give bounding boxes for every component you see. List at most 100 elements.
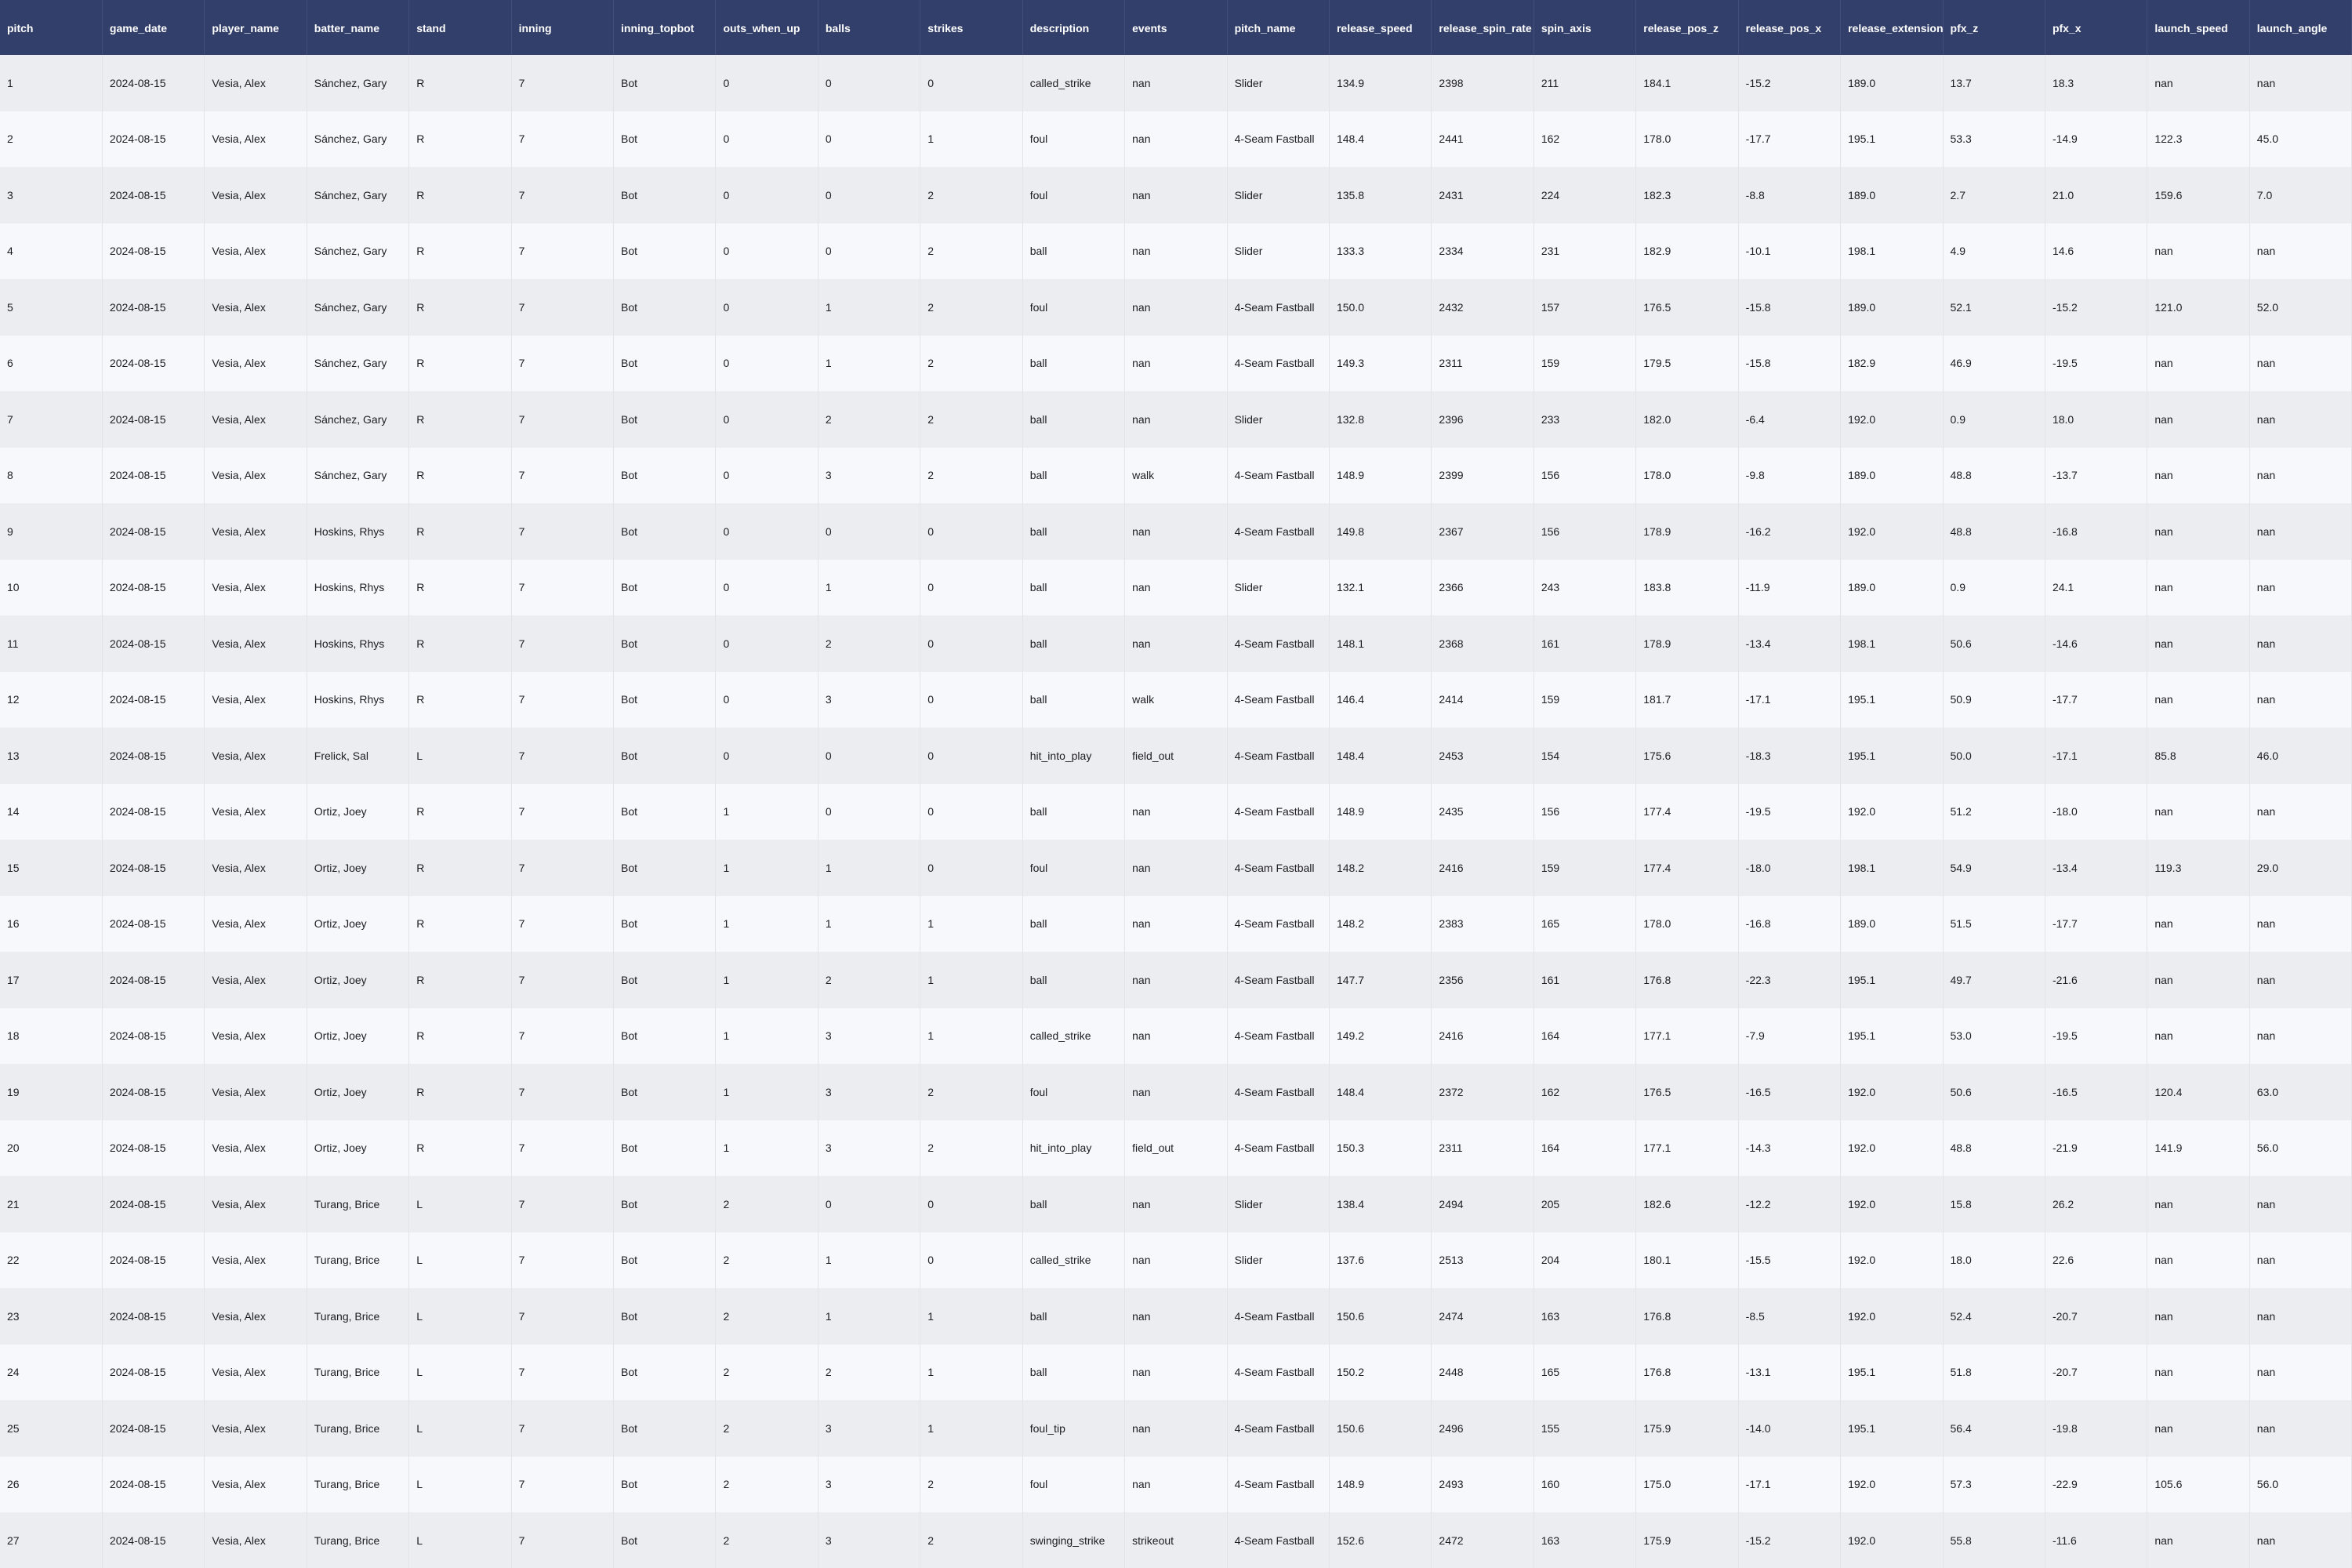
table-row[interactable]: 11 2024-08-15 Vesia, Alex Hoskins, Rhys R 7 Bo…: [0, 615, 2352, 672]
column-header-balls[interactable]: balls: [818, 0, 921, 55]
cell-pfx-x: -19.5: [2045, 1007, 2148, 1064]
cell-pfx-z: 46.9: [1943, 335, 2045, 391]
cell-release-speed: 148.4: [1329, 111, 1432, 167]
column-header-game-date[interactable]: game_date: [102, 0, 205, 55]
cell-player-name: Vesia, Alex: [204, 559, 307, 615]
table-row[interactable]: 19 2024-08-15 Vesia, Alex Ortiz, Joey R 7 Bot 1…: [0, 1064, 2352, 1120]
table-row[interactable]: 3 2024-08-15 Vesia, Alex Sánchez, Gary R 7 Bot…: [0, 167, 2352, 223]
table-row[interactable]: 10 2024-08-15 Vesia, Alex Hoskins, Rhys R 7 Bo…: [0, 559, 2352, 615]
cell-launch-speed: 159.6: [2147, 167, 2250, 223]
cell-balls: 0: [818, 111, 921, 167]
column-header-release-pos-z[interactable]: release_pos_z: [1635, 0, 1739, 55]
table-row[interactable]: 5 2024-08-15 Vesia, Alex Sánchez, Gary R 7 Bot…: [0, 279, 2352, 336]
cell-outs-when-up: 0: [715, 55, 818, 111]
column-header-inning-topbot[interactable]: inning_topbot: [613, 0, 717, 55]
table-row[interactable]: 6 2024-08-15 Vesia, Alex Sánchez, Gary R 7 Bot…: [0, 335, 2352, 391]
cell-batter-name: Frelick, Sal: [307, 728, 410, 784]
cell-strikes: 0: [920, 728, 1023, 784]
table-row[interactable]: 9 2024-08-15 Vesia, Alex Hoskins, Rhys R 7 Bot…: [0, 503, 2352, 560]
column-header-events[interactable]: events: [1124, 0, 1228, 55]
table-row[interactable]: 25 2024-08-15 Vesia, Alex Turang, Brice L 7 Bo…: [0, 1400, 2352, 1457]
cell-outs-when-up: 0: [715, 391, 818, 448]
column-header-stand[interactable]: stand: [408, 0, 512, 55]
table-row[interactable]: 12 2024-08-15 Vesia, Alex Hoskins, Rhys R 7 Bo…: [0, 671, 2352, 728]
cell-balls: 0: [818, 783, 921, 840]
column-header-release-spin-rate[interactable]: release_spin_rate: [1431, 0, 1534, 55]
column-header-release-pos-x[interactable]: release_pos_x: [1738, 0, 1842, 55]
cell-events: nan: [1124, 783, 1228, 840]
table-row[interactable]: 26 2024-08-15 Vesia, Alex Turang, Brice L 7 Bo…: [0, 1456, 2352, 1512]
table-row[interactable]: 15 2024-08-15 Vesia, Alex Ortiz, Joey R 7 Bot 1…: [0, 840, 2352, 896]
table-row[interactable]: 17 2024-08-15 Vesia, Alex Ortiz, Joey R 7 Bot 1…: [0, 952, 2352, 1008]
cell-launch-speed: nan: [2147, 1288, 2250, 1345]
table-row[interactable]: 27 2024-08-15 Vesia, Alex Turang, Brice L 7 Bo…: [0, 1512, 2352, 1568]
cell-batter-name: Hoskins, Rhys: [307, 671, 410, 728]
table-row[interactable]: 14 2024-08-15 Vesia, Alex Ortiz, Joey R 7 Bot 1…: [0, 783, 2352, 840]
table-row[interactable]: 23 2024-08-15 Vesia, Alex Turang, Brice L 7 Bo…: [0, 1288, 2352, 1345]
cell-release-speed: 148.9: [1329, 783, 1432, 840]
column-header-release-speed[interactable]: release_speed: [1329, 0, 1432, 55]
cell-release-spin-rate: 2368: [1431, 615, 1534, 672]
table-row[interactable]: 8 2024-08-15 Vesia, Alex Sánchez, Gary R 7 Bot…: [0, 447, 2352, 503]
table-row[interactable]: 16 2024-08-15 Vesia, Alex Ortiz, Joey R 7 Bot 1…: [0, 895, 2352, 952]
column-header-inning[interactable]: inning: [511, 0, 615, 55]
cell-game-date: 2024-08-15: [102, 1456, 205, 1512]
cell-batter-name: Turang, Brice: [307, 1288, 410, 1345]
column-header-launch-speed[interactable]: launch_speed: [2147, 0, 2250, 55]
cell-pfx-x: 21.0: [2045, 167, 2148, 223]
column-header-strikes[interactable]: strikes: [920, 0, 1023, 55]
cell-outs-when-up: 1: [715, 840, 818, 896]
column-header-pfx-z[interactable]: pfx_z: [1943, 0, 2045, 55]
cell-batter-name: Sánchez, Gary: [307, 391, 410, 448]
cell-launch-speed: 141.9: [2147, 1120, 2250, 1176]
cell-description: foul: [1022, 111, 1126, 167]
table-row[interactable]: 18 2024-08-15 Vesia, Alex Ortiz, Joey R 7 Bot 1…: [0, 1007, 2352, 1064]
column-header-spin-axis[interactable]: spin_axis: [1534, 0, 1637, 55]
cell-launch-speed: nan: [2147, 1232, 2250, 1288]
table-row[interactable]: 24 2024-08-15 Vesia, Alex Turang, Brice L 7 Bo…: [0, 1344, 2352, 1400]
column-header-player-name[interactable]: player_name: [204, 0, 307, 55]
cell-game-date: 2024-08-15: [102, 391, 205, 448]
table-row[interactable]: 13 2024-08-15 Vesia, Alex Frelick, Sal L 7 Bot…: [0, 728, 2352, 784]
table-row[interactable]: 2 2024-08-15 Vesia, Alex Sánchez, Gary R 7 Bot…: [0, 111, 2352, 167]
cell-pitch: 15: [0, 840, 103, 896]
cell-launch-angle: 7.0: [2249, 167, 2352, 223]
table-row[interactable]: 20 2024-08-15 Vesia, Alex Ortiz, Joey R 7 Bot 1…: [0, 1120, 2352, 1176]
column-header-batter-name[interactable]: batter_name: [307, 0, 410, 55]
cell-pitch-name: 4-Seam Fastball: [1227, 1512, 1330, 1568]
cell-release-pos-z: 177.1: [1635, 1007, 1739, 1064]
table-row[interactable]: 4 2024-08-15 Vesia, Alex Sánchez, Gary R 7 Bot…: [0, 223, 2352, 279]
cell-launch-angle: nan: [2249, 55, 2352, 111]
table-row[interactable]: 7 2024-08-15 Vesia, Alex Sánchez, Gary R 7 Bot…: [0, 391, 2352, 448]
cell-strikes: 1: [920, 111, 1023, 167]
cell-release-pos-x: -13.4: [1738, 615, 1842, 672]
cell-pfx-z: 52.4: [1943, 1288, 2045, 1345]
cell-release-pos-z: 177.1: [1635, 1120, 1739, 1176]
cell-release-extension: 195.1: [1840, 1400, 1944, 1457]
cell-pfx-x: -21.6: [2045, 952, 2148, 1008]
cell-release-speed: 148.9: [1329, 1456, 1432, 1512]
cell-pitch-name: 4-Seam Fastball: [1227, 783, 1330, 840]
column-header-outs-when-up[interactable]: outs_when_up: [715, 0, 818, 55]
cell-launch-speed: nan: [2147, 559, 2250, 615]
column-header-pitch-name[interactable]: pitch_name: [1227, 0, 1330, 55]
column-header-pitch[interactable]: pitch: [0, 0, 103, 55]
cell-launch-angle: nan: [2249, 1176, 2352, 1232]
column-header-launch-angle[interactable]: launch_angle: [2249, 0, 2352, 55]
cell-launch-speed: nan: [2147, 783, 2250, 840]
cell-inning: 7: [511, 895, 615, 952]
table-row[interactable]: 1 2024-08-15 Vesia, Alex Sánchez, Gary R 7 Bot…: [0, 55, 2352, 111]
cell-game-date: 2024-08-15: [102, 1007, 205, 1064]
column-header-pfx-x[interactable]: pfx_x: [2045, 0, 2148, 55]
cell-release-spin-rate: 2311: [1431, 335, 1534, 391]
column-header-description[interactable]: description: [1022, 0, 1126, 55]
cell-spin-axis: 243: [1534, 559, 1637, 615]
cell-strikes: 1: [920, 1344, 1023, 1400]
cell-game-date: 2024-08-15: [102, 1120, 205, 1176]
cell-pfx-x: -13.4: [2045, 840, 2148, 896]
cell-release-pos-x: -8.5: [1738, 1288, 1842, 1345]
cell-player-name: Vesia, Alex: [204, 1120, 307, 1176]
column-header-release-extension[interactable]: release_extension: [1840, 0, 1944, 55]
table-row[interactable]: 21 2024-08-15 Vesia, Alex Turang, Brice L 7 Bo…: [0, 1176, 2352, 1232]
table-row[interactable]: 22 2024-08-15 Vesia, Alex Turang, Brice L 7 Bo…: [0, 1232, 2352, 1288]
